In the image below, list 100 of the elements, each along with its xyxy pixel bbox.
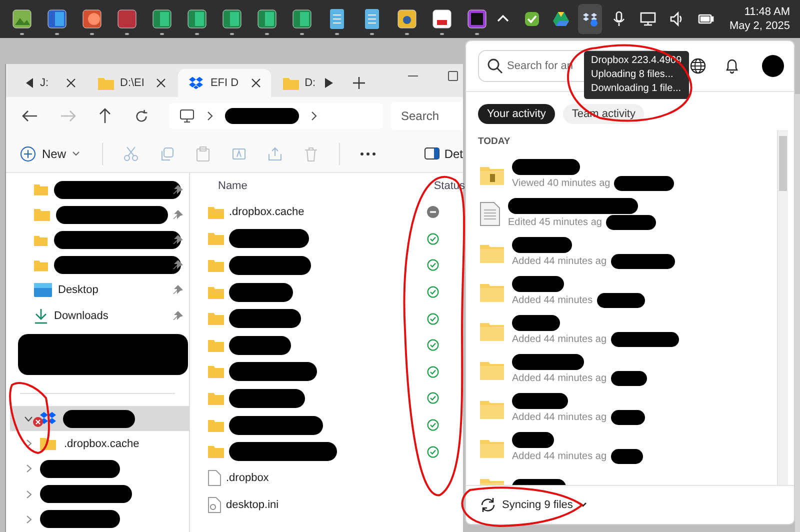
folder-icon: [34, 234, 48, 246]
column-header[interactable]: Name: [204, 180, 248, 192]
redaction-mark: [614, 176, 674, 190]
chevron-right-icon[interactable]: [26, 490, 32, 499]
folder-icon: [208, 338, 224, 352]
redaction-mark: [229, 336, 291, 355]
chevron-down-icon[interactable]: [24, 416, 33, 422]
folder-icon: [34, 183, 48, 196]
padlock-app-icon[interactable]: [396, 8, 418, 30]
up-icon[interactable]: [98, 108, 112, 124]
tooltip-line: Uploading 8 files...: [591, 68, 674, 82]
sync-status-button[interactable]: Syncing 9 files: [474, 496, 593, 514]
sync-check-icon: [427, 339, 439, 352]
chevron-right-icon[interactable]: [26, 464, 32, 474]
shield-check-icon[interactable]: [523, 10, 542, 28]
document-app-icon[interactable]: [46, 8, 68, 30]
clock-time: 11:48 AM: [744, 5, 790, 19]
running-indicator: [264, 32, 268, 34]
chevron-right-icon[interactable]: [26, 514, 32, 524]
nav-item[interactable]: [10, 406, 189, 432]
nav-item[interactable]: .dropbox.cache: [64, 438, 140, 450]
spreadsheet-app-icon[interactable]: [150, 8, 172, 30]
document-icon: [480, 202, 500, 226]
explorer-tab[interactable]: J:: [16, 69, 86, 97]
activity-detail: Edited 45 minutes ag: [508, 216, 602, 228]
sync-icon: [480, 497, 496, 513]
explorer-tab[interactable]: EFI D: [178, 69, 271, 97]
annotation-loop: [9, 382, 50, 454]
folder-icon: [208, 232, 224, 246]
scroll-right-icon[interactable]: [324, 78, 333, 88]
nav-item[interactable]: Downloads: [54, 310, 108, 322]
close-icon[interactable]: [66, 78, 76, 88]
redaction-mark: [610, 448, 643, 464]
details-button[interactable]: Det: [422, 144, 463, 162]
pin-icon[interactable]: [173, 184, 183, 195]
redaction-mark: [512, 432, 554, 448]
sync-check-icon: [427, 312, 439, 325]
chevron-right-icon: [207, 111, 213, 121]
running-indicator: [404, 32, 408, 34]
folder-icon: [34, 208, 50, 222]
database-app-icon[interactable]: [116, 8, 138, 30]
redaction-mark: [512, 354, 584, 370]
globe-icon[interactable]: [690, 58, 706, 74]
back-icon[interactable]: [22, 109, 38, 123]
redaction-mark: [63, 410, 135, 428]
monitor-icon[interactable]: [639, 10, 658, 28]
activity-detail: Added 44 minutes ag: [512, 372, 607, 384]
bell-icon[interactable]: [724, 58, 740, 74]
address-bar[interactable]: [169, 103, 383, 129]
caret-icon: [72, 150, 80, 156]
close-icon[interactable]: [156, 78, 166, 88]
new-tab-icon[interactable]: [352, 77, 365, 89]
folder-icon: [208, 286, 224, 299]
dropbox-icon[interactable]: [581, 10, 600, 28]
sync-check-icon: [427, 366, 439, 378]
chevron-right-icon: [311, 111, 317, 121]
close-icon[interactable]: [250, 78, 261, 88]
spreadsheet-app-icon[interactable]: [290, 8, 312, 30]
presentation-app-icon[interactable]: [80, 8, 102, 30]
explorer-tab[interactable]: D:\EI: [88, 69, 176, 97]
folder-icon: [208, 365, 224, 378]
activity-tab[interactable]: Your activity: [478, 104, 555, 124]
redaction-mark: [512, 314, 560, 330]
redaction-mark: [610, 410, 645, 424]
scrollbar[interactable]: [777, 130, 788, 485]
folder-icon: [480, 320, 504, 340]
file-name[interactable]: .dropbox: [226, 472, 269, 484]
refresh-icon[interactable]: [134, 108, 149, 124]
spreadsheet-app-icon[interactable]: [220, 8, 242, 30]
folder-icon: [480, 282, 504, 302]
avatar[interactable]: [762, 55, 784, 77]
maximize-icon[interactable]: [447, 70, 459, 82]
pin-icon[interactable]: [173, 260, 183, 270]
sync-check-icon: [427, 232, 439, 245]
activity-detail: Added 44 minutes ag: [512, 256, 607, 266]
drive-icon[interactable]: [552, 10, 570, 28]
scroll-left-icon[interactable]: [26, 78, 34, 88]
file-name[interactable]: desktop.ini: [226, 498, 279, 511]
explorer-tab[interactable]: D:: [272, 69, 343, 97]
nav-item[interactable]: Desktop: [58, 284, 98, 296]
photo-app-icon[interactable]: [10, 8, 32, 30]
code-app-icon[interactable]: [466, 8, 488, 30]
folder-icon: [208, 418, 224, 432]
pdf-app-icon[interactable]: [430, 8, 452, 30]
activity-detail: Added 44 minutes ag: [512, 450, 607, 462]
running-indicator: [90, 32, 94, 34]
new-button[interactable]: New: [18, 144, 82, 164]
more-icon[interactable]: [360, 152, 376, 156]
search-field[interactable]: Search: [391, 102, 463, 130]
spreadsheet-app-icon[interactable]: [186, 8, 208, 30]
spreadsheet-app-icon[interactable]: [256, 8, 278, 30]
chevron-right-icon[interactable]: [26, 439, 32, 448]
redaction-mark: [512, 276, 564, 292]
file-name[interactable]: .dropbox.cache: [229, 206, 304, 218]
redaction-mark: [229, 309, 301, 328]
scroll-thumb[interactable]: [779, 136, 787, 191]
folder-icon: [480, 242, 504, 262]
pin-icon[interactable]: [173, 235, 183, 245]
sync-check-icon: [427, 419, 439, 432]
folder-icon: [208, 312, 224, 326]
